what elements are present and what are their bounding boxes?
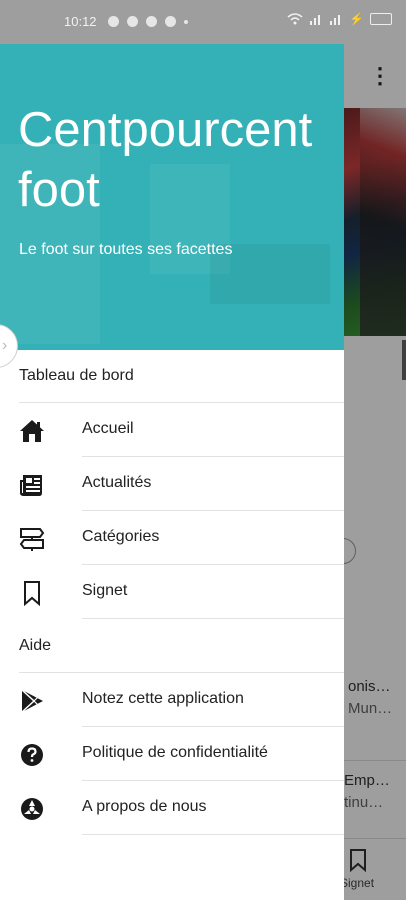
charging-icon: ⚡ (349, 12, 364, 26)
menu-item-categories[interactable]: Catégories (0, 511, 344, 565)
bookmark-icon (24, 581, 40, 606)
notification-icon (146, 16, 157, 27)
menu-item-label: Accueil (82, 420, 134, 437)
notification-icons (108, 16, 188, 27)
menu-item-label: Signet (82, 582, 128, 599)
chevron-right-icon: › (2, 337, 8, 354)
drawer-subtitle: Le foot sur toutes ses facettes (19, 241, 233, 258)
signal-icon (310, 15, 321, 25)
status-time: 10:12 (64, 14, 97, 29)
notification-icon (165, 16, 176, 27)
menu-item-rate-app[interactable]: Notez cette application (0, 673, 344, 727)
divider (82, 618, 344, 619)
help-circle-icon (21, 744, 43, 766)
notification-icon (108, 16, 119, 27)
menu-item-label: Politique de confidentialité (82, 744, 268, 761)
section-label-aide: Aide (19, 637, 52, 654)
menu-item-privacy-policy[interactable]: Politique de confidentialité (0, 727, 344, 781)
menu-item-accueil[interactable]: Accueil (0, 403, 344, 457)
info-badge-icon (21, 798, 43, 820)
drawer-header: Centpourcent foot Le foot sur toutes ses… (0, 44, 344, 350)
menu-item-about-us[interactable]: A propos de nous (0, 781, 344, 835)
menu-item-label: A propos de nous (82, 798, 207, 815)
newspaper-icon (20, 475, 42, 496)
section-label-tableau-de-bord: Tableau de bord (19, 367, 134, 384)
home-icon (20, 420, 44, 442)
menu-item-label: Actualités (82, 474, 152, 491)
signal-icon (330, 15, 341, 25)
signpost-icon (19, 528, 45, 551)
system-icons: ⚡ (287, 12, 392, 26)
menu-item-signet[interactable]: Signet (0, 565, 344, 619)
battery-icon (370, 13, 392, 25)
menu-item-actualites[interactable]: Actualités (0, 457, 344, 511)
divider (82, 834, 344, 835)
more-notifications-icon (184, 20, 188, 24)
play-store-icon (21, 689, 43, 713)
menu-item-label: Catégories (82, 528, 160, 545)
wifi-icon (287, 13, 303, 25)
menu-item-label: Notez cette application (82, 690, 244, 707)
navigation-drawer: Centpourcent foot Le foot sur toutes ses… (0, 44, 344, 900)
drawer-title: Centpourcent foot (18, 103, 313, 217)
notification-icon (127, 16, 138, 27)
